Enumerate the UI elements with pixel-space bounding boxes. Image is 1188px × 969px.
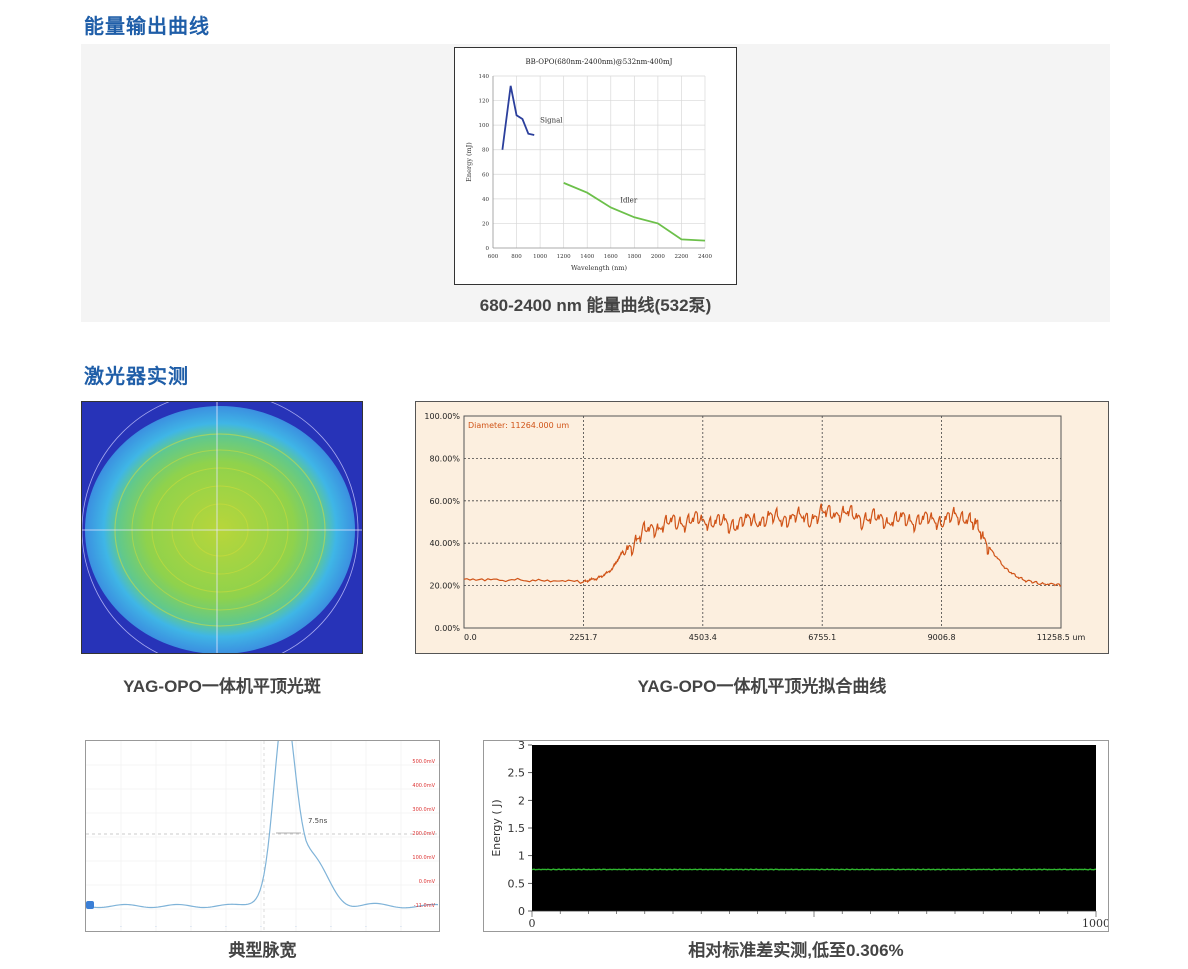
x-tick-label: 0 — [529, 917, 536, 930]
stability-chart: 0 0.5 1 1.5 2 2.5 3 Energy ( J) 0 1000 — [490, 739, 1110, 930]
right-scale-label: 200.0mV — [412, 831, 435, 837]
y-axis-label: Energy ( J) — [490, 799, 503, 856]
right-scale-label: 300.0mV — [412, 807, 435, 813]
chart-title: BB-OPO(680nm-2400nm)@532nm-400mJ — [526, 58, 673, 66]
beam-spot-caption: YAG-OPO一体机平顶光斑 — [123, 677, 321, 696]
x-tick-label: 2200 — [674, 254, 688, 260]
y-axis-label: Energy (mJ) — [465, 142, 473, 182]
channel-marker-icon — [86, 901, 94, 909]
y-tick-label: 60.00% — [429, 497, 460, 506]
stability-series-line — [531, 868, 1097, 871]
x-tick-label: 1000 — [1082, 917, 1108, 930]
beam-profile-image — [81, 401, 363, 654]
x-tick-label: 1800 — [627, 254, 641, 260]
x-tick-label: · — [365, 925, 366, 930]
pulse-width-chart: 7.5ns 500.0mV 400.0mV 300.0mV 200.0mV 100.0mV… — [85, 705, 439, 931]
x-tick-label: 1200 — [557, 254, 571, 260]
y-tick-label: 20 — [482, 221, 489, 227]
y-tick-label: 60 — [482, 172, 489, 178]
x-tick-label: 2251.7 — [569, 633, 597, 642]
y-tick-label: 1 — [518, 850, 525, 863]
series-line-signal — [501, 85, 535, 150]
x-tick-label: 600 — [488, 254, 499, 260]
y-tick-label: 0 — [518, 905, 525, 918]
annotation-idler: Idler — [620, 197, 638, 205]
y-tick-label: 100.00% — [424, 412, 460, 421]
y-tick-label: 80.00% — [429, 454, 460, 463]
y-tick-label: 1.5 — [508, 822, 526, 835]
fwhm-annotation: 7.5ns — [308, 817, 328, 825]
x-tick-label: · — [400, 925, 401, 930]
energy-curve-caption: 680-2400 nm 能量曲线(532泵) — [479, 296, 712, 315]
plot-area — [532, 745, 1096, 911]
laser-section-title: 激光器实测 — [84, 366, 189, 388]
y-tick-label: 100 — [479, 123, 490, 129]
x-tick-label: 9006.8 — [928, 633, 956, 642]
y-tick-label: 3 — [518, 741, 525, 752]
pulse-series-line — [85, 705, 439, 909]
y-tick-label: 0.5 — [508, 877, 526, 890]
x-tick-label: 1000 — [533, 254, 547, 260]
x-tick-label: 800 — [511, 254, 522, 260]
beam-profile-icon — [82, 402, 362, 653]
x-tick-label: 2000 — [651, 254, 665, 260]
y-tick-label: 0 — [486, 246, 490, 252]
y-tick-label: 120 — [479, 99, 490, 105]
x-tick-label: · — [155, 925, 156, 930]
right-scale-label: 500.0mV — [412, 759, 435, 765]
x-tick-label: · — [330, 925, 331, 930]
y-tick-label: 2.5 — [508, 767, 526, 780]
y-tick-label: 0.00% — [435, 624, 461, 633]
pulse-width-caption: 典型脉宽 — [228, 941, 297, 960]
x-axis-label: Wavelength (nm) — [571, 264, 628, 272]
stability-caption: 相对标准差实测,低至0.306% — [688, 941, 904, 960]
x-tick-label: 2400 — [698, 254, 712, 260]
x-tick-label: 1400 — [580, 254, 594, 260]
flat-top-chart-frame: 0.00% 20.00% 40.00% 60.00% 80.00% 100.00% 0.0 2… — [415, 401, 1109, 654]
right-scale-label: -11.0mV — [414, 903, 436, 909]
y-tick-label: 40 — [482, 197, 489, 203]
energy-chart-frame: BB-OPO(680nm-2400nm)@532nm-400mJ 600 800 10… — [454, 47, 737, 285]
energy-curve-chart: BB-OPO(680nm-2400nm)@532nm-400mJ600 800 10… — [465, 58, 712, 272]
diameter-annotation: Diameter: 11264.000 um — [468, 421, 569, 430]
y-tick-label: 20.00% — [429, 582, 460, 591]
pulse-chart-frame: 7.5ns 500.0mV 400.0mV 300.0mV 200.0mV 100.0mV… — [85, 705, 440, 932]
x-tick-label: · — [295, 925, 296, 930]
flat-top-fit-caption: YAG-OPO一体机平顶光拟合曲线 — [637, 677, 887, 696]
x-tick-label: · — [190, 925, 191, 930]
right-scale-label: 400.0mV — [412, 783, 435, 789]
x-tick-label: · — [225, 925, 226, 930]
right-scale-label: 100.0mV — [412, 855, 435, 861]
x-tick-label: 4503.4 — [689, 633, 717, 642]
x-tick-label: 1600 — [604, 254, 618, 260]
y-tick-label: 2 — [518, 794, 525, 807]
x-tick-label: 6755.1 — [808, 633, 836, 642]
x-tick-label: · — [260, 925, 261, 930]
y-tick-label: 40.00% — [429, 539, 460, 548]
x-tick-label: · — [120, 925, 121, 930]
energy-section-title: 能量输出曲线 — [84, 16, 210, 38]
flat-top-fit-chart: 0.00% 20.00% 40.00% 60.00% 80.00% 100.00% 0.0 2… — [424, 412, 1086, 642]
x-tick-label: 11258.5 um — [1037, 633, 1086, 642]
x-tick-label: 0.0 — [464, 633, 477, 642]
annotation-signal: Signal — [540, 117, 563, 125]
stability-chart-frame: 0 0.5 1 1.5 2 2.5 3 Energy ( J) 0 1000 — [483, 739, 1110, 932]
y-tick-label: 140 — [479, 74, 490, 80]
right-scale-label: 0.0mV — [419, 879, 436, 885]
y-tick-label: 80 — [482, 148, 489, 154]
